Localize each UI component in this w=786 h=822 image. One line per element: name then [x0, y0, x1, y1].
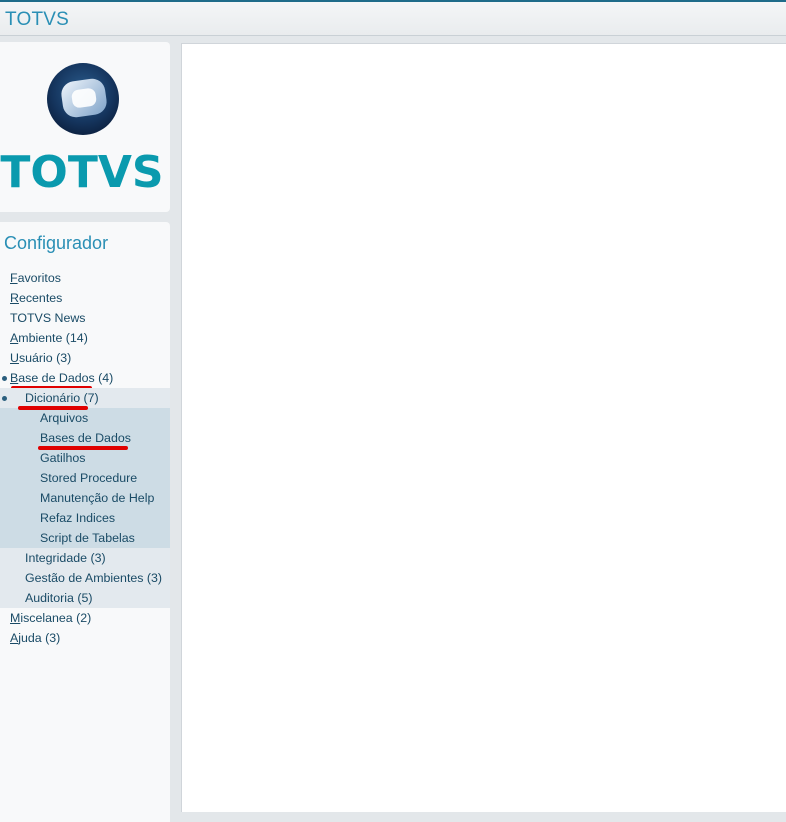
menu-item-auditoria[interactable]: Auditoria (5) [0, 588, 170, 608]
menu-item-arquivos[interactable]: Arquivos [0, 408, 170, 428]
menu-item-favoritos[interactable]: Favoritos [0, 268, 170, 288]
menu-item-usuario[interactable]: Usuário (3) [0, 348, 170, 368]
menu-item-ambiente[interactable]: Ambiente (14) [0, 328, 170, 348]
menu-item-script-de-tabelas[interactable]: Script de Tabelas [0, 528, 170, 548]
menu-title: Configurador [4, 233, 109, 253]
menu-item-refaz-indices[interactable]: Refaz Indices [0, 508, 170, 528]
menu-item-bases-de-dados[interactable]: Bases de Dados [0, 428, 170, 450]
totvs-logo: TOTVS [0, 63, 164, 198]
menu-item-totvs-news[interactable]: TOTVS News [0, 308, 170, 328]
menu-item-dicionario[interactable]: Dicionário (7) [0, 388, 170, 410]
menu-item-miscelanea[interactable]: Miscelanea (2) [0, 608, 170, 628]
menu-item-gestao-de-ambientes[interactable]: Gestão de Ambientes (3) [0, 568, 170, 588]
menu-item-ajuda[interactable]: Ajuda (3) [0, 628, 170, 648]
base-de-dados-submenu: Integridade (3) Gestão de Ambientes (3) … [0, 548, 170, 608]
title-bar: TOTVS [0, 0, 786, 36]
menu-list: Favoritos Recentes TOTVS News Ambiente (… [0, 268, 170, 648]
expanded-bullet-icon [2, 396, 7, 401]
navigation-menu: Configurador Favoritos Recentes TOTVS Ne… [0, 222, 170, 822]
expanded-bullet-icon [2, 376, 7, 381]
menu-item-integridade[interactable]: Integridade (3) [0, 548, 170, 568]
app-title: TOTVS [5, 9, 69, 30]
menu-item-stored-procedure[interactable]: Stored Procedure [0, 468, 170, 488]
menu-item-gatilhos[interactable]: Gatilhos [0, 448, 170, 468]
main-content-area [181, 43, 786, 812]
menu-item-recentes[interactable]: Recentes [0, 288, 170, 308]
logo-wordmark: TOTVS [0, 147, 163, 198]
menu-item-base-de-dados[interactable]: Base de Dados (4) [0, 368, 170, 390]
dicionario-submenu: Arquivos Bases de Dados Gatilhos Stored … [0, 408, 170, 548]
logo-panel: TOTVS [0, 42, 170, 212]
menu-item-manutencao-de-help[interactable]: Manutenção de Help [0, 488, 170, 508]
